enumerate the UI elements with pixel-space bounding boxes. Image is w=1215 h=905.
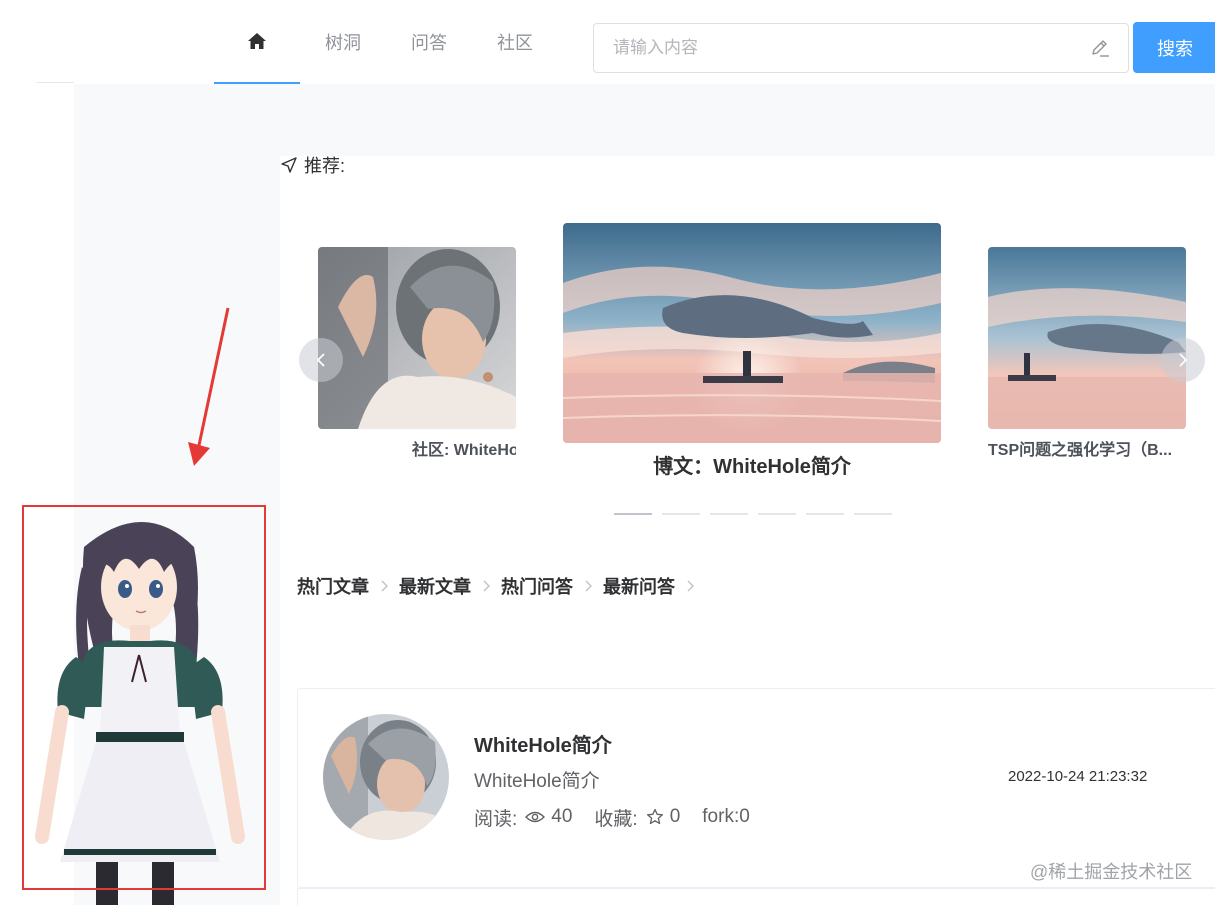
- watermark: @稀土掘金技术社区: [1030, 862, 1193, 882]
- tab-hot-articles[interactable]: 热门文章: [297, 573, 369, 599]
- carousel-card-active[interactable]: [563, 223, 941, 443]
- article-category-tabs: 热门文章 最新文章 热门问答 最新问答: [297, 573, 705, 599]
- favorite-label: 收藏:: [594, 808, 638, 830]
- home-icon: [248, 33, 266, 49]
- card-image: [318, 247, 516, 429]
- carousel-indicator[interactable]: [710, 513, 748, 515]
- article-stats: 阅读: 40 收藏: 0 fork:0: [474, 805, 750, 830]
- recommend-heading: 推荐:: [280, 153, 345, 177]
- favorite-count: 0: [669, 806, 681, 827]
- article-avatar: [323, 714, 449, 840]
- carousel-indicator[interactable]: [758, 513, 796, 515]
- carousel-indicator[interactable]: [854, 513, 892, 515]
- chevron-right-icon: [679, 573, 701, 599]
- chevron-left-icon: [316, 353, 325, 367]
- read-label: 阅读:: [474, 808, 518, 830]
- card-image: [563, 223, 941, 443]
- carousel-indicator[interactable]: [662, 513, 700, 515]
- send-icon: [281, 157, 297, 173]
- tab-tree-hole[interactable]: 树洞: [300, 0, 386, 84]
- carousel-indicators: [614, 513, 892, 515]
- article-title[interactable]: WhiteHole简介: [474, 729, 612, 758]
- chevron-right-icon: [1179, 353, 1188, 367]
- chevron-right-icon: [475, 573, 497, 599]
- read-count: 40: [551, 806, 573, 827]
- annotation-arrow-icon: [188, 307, 230, 466]
- search-box: [593, 23, 1129, 73]
- banner-spacer: [74, 84, 1215, 156]
- tab-community[interactable]: 社区: [472, 0, 558, 84]
- carousel-card-next[interactable]: [988, 247, 1186, 429]
- search-input[interactable]: [594, 24, 1074, 72]
- carousel-caption-active[interactable]: 博文：WhiteHole简介: [563, 450, 941, 479]
- carousel-next-button[interactable]: [1161, 338, 1205, 382]
- card-image: [988, 247, 1186, 429]
- star-icon[interactable]: [646, 808, 664, 826]
- fork-count: fork:0: [702, 806, 750, 827]
- annotation-highlight-box: [22, 505, 266, 890]
- tab-home[interactable]: [214, 0, 300, 84]
- article-card[interactable]: [297, 888, 1215, 905]
- search-button[interactable]: 搜索: [1133, 22, 1215, 73]
- tab-qa[interactable]: 问答: [386, 0, 472, 84]
- recommend-label: 推荐:: [304, 156, 346, 176]
- chevron-right-icon: [373, 573, 395, 599]
- tab-latest-articles[interactable]: 最新文章: [399, 573, 471, 599]
- carousel-indicator[interactable]: [806, 513, 844, 515]
- chevron-right-icon: [577, 573, 599, 599]
- eye-icon: [525, 811, 546, 823]
- edit-icon[interactable]: [1088, 36, 1112, 60]
- tab-hot-questions[interactable]: 热门问答: [501, 573, 573, 599]
- carousel-caption-next[interactable]: TSP问题之强化学习（B...: [988, 436, 1186, 460]
- carousel-caption-prev[interactable]: 社区: WhiteHo: [412, 436, 516, 460]
- carousel-prev-button[interactable]: [299, 338, 343, 382]
- carousel-card-prev[interactable]: [318, 247, 516, 429]
- top-nav: 树洞 问答 社区 搜索: [0, 0, 1215, 84]
- article-timestamp: 2022-10-24 21:23:32: [1008, 768, 1148, 785]
- tab-latest-questions[interactable]: 最新问答: [603, 573, 675, 599]
- divider: [36, 82, 74, 83]
- article-summary: WhiteHole简介: [474, 771, 600, 792]
- carousel-indicator[interactable]: [614, 513, 652, 515]
